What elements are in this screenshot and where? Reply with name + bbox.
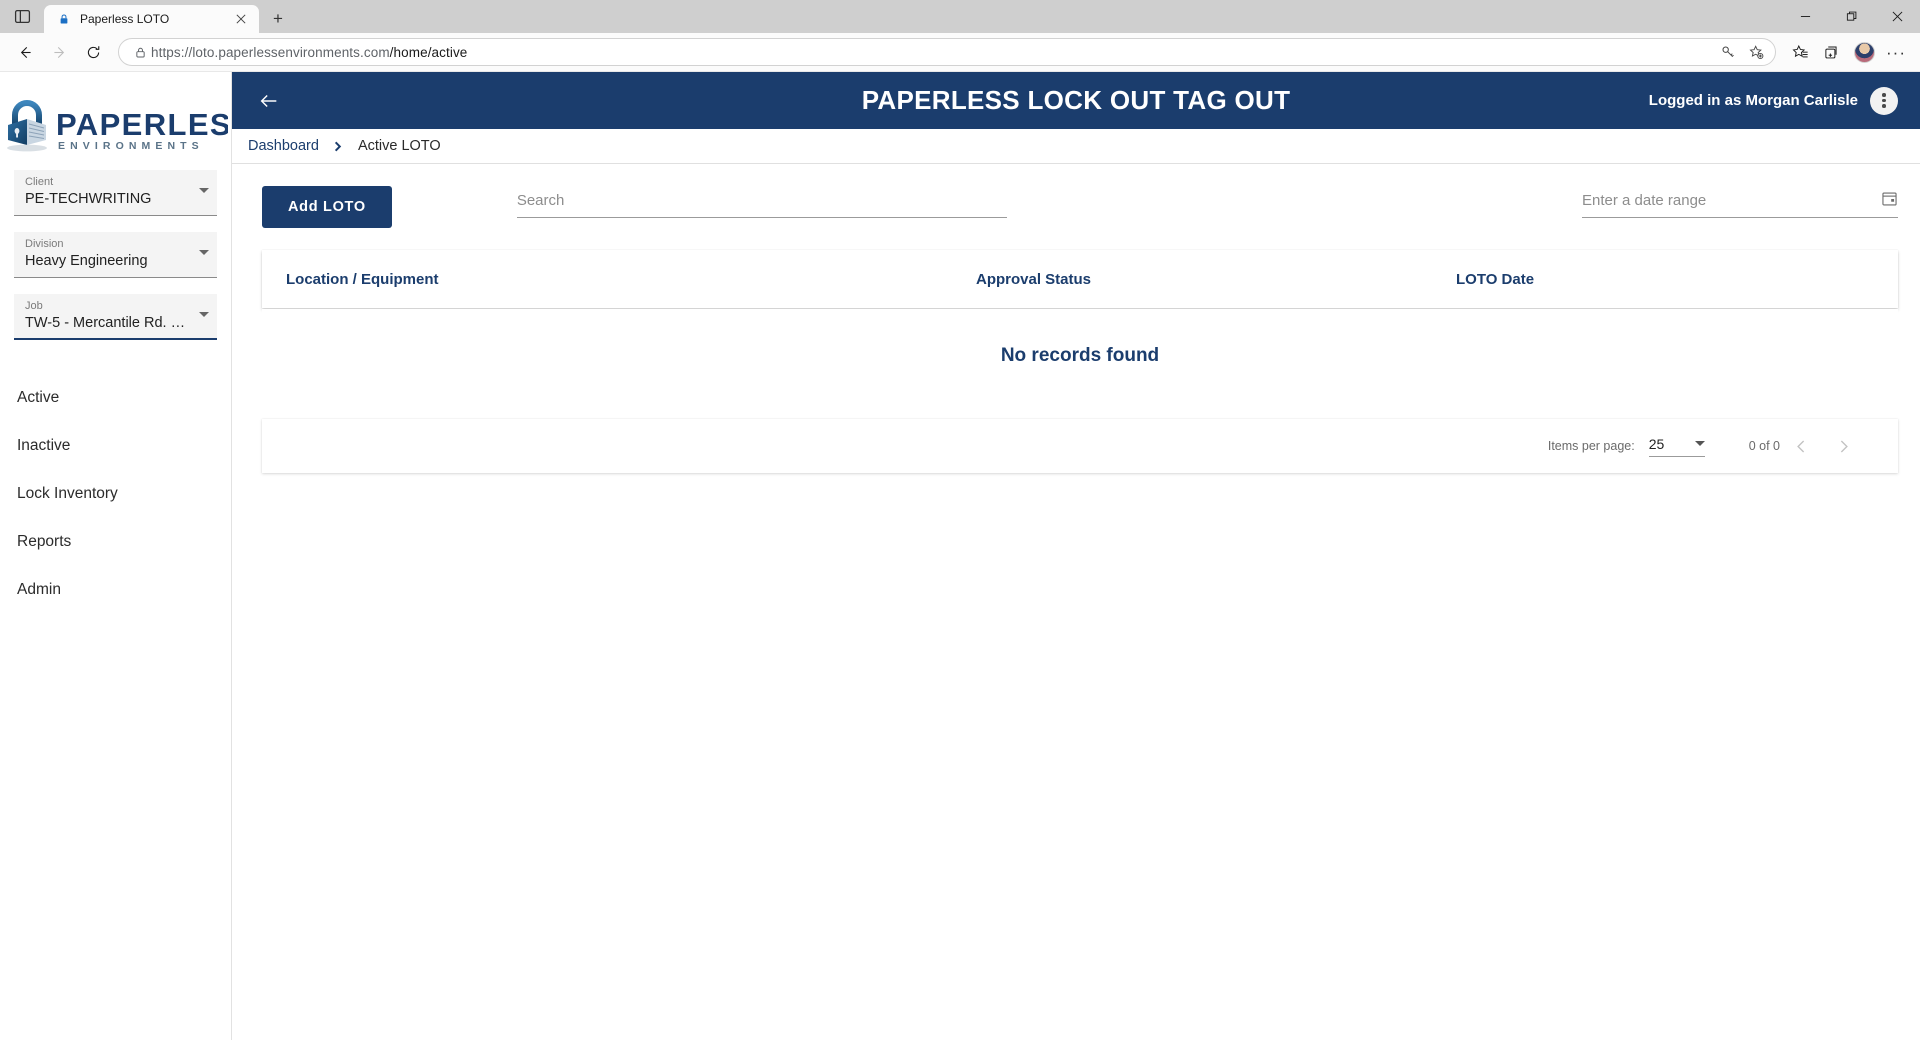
table-paginator: Items per page: 25 0 of 0: [262, 419, 1898, 473]
tab-title: Paperless LOTO: [80, 12, 170, 26]
division-select-label: Division: [25, 238, 64, 250]
job-select-label: Job: [25, 300, 43, 312]
division-select-value: Heavy Engineering: [25, 253, 148, 269]
company-logo: PAPERLESS ENVIRONMENTS: [0, 86, 231, 154]
date-range-input[interactable]: [1582, 192, 1898, 218]
back-arrow-icon[interactable]: [8, 37, 42, 67]
lock-icon: [56, 11, 72, 27]
browser-window: Paperless LOTO + https://loto.paperlesse…: [0, 0, 1920, 1040]
avatar: [1853, 41, 1875, 63]
tab-actions-icon[interactable]: [0, 0, 44, 33]
add-favorite-star-icon[interactable]: [1743, 40, 1769, 64]
padlock-logo-icon: PAPERLESS ENVIRONMENTS: [7, 100, 228, 152]
new-tab-button[interactable]: +: [263, 5, 293, 33]
address-bar[interactable]: https://loto.paperlessenvironments.com/h…: [118, 38, 1776, 66]
column-header-approval-status[interactable]: Approval Status: [976, 271, 1456, 288]
chevron-down-icon: [199, 250, 209, 255]
browser-toolbar: https://loto.paperlessenvironments.com/h…: [0, 33, 1920, 72]
breadcrumb-current: Active LOTO: [357, 138, 441, 154]
table-header-row: Location / Equipment Approval Status LOT…: [262, 250, 1898, 308]
app-header: PAPERLESS LOCK OUT TAG OUT Logged in as …: [232, 72, 1920, 129]
site-info-lock-icon[interactable]: [129, 46, 151, 59]
maximize-icon[interactable]: [1828, 0, 1874, 33]
job-select[interactable]: Job TW-5 - Mercantile Rd. R...: [14, 294, 217, 340]
items-per-page-value: 25: [1648, 435, 1665, 452]
collections-icon[interactable]: [1816, 37, 1848, 67]
url-path: /home/active: [389, 44, 468, 60]
sidebar-item-inactive[interactable]: Inactive: [0, 422, 231, 470]
breadcrumb-dashboard[interactable]: Dashboard: [248, 138, 319, 154]
window-controls: [1782, 0, 1920, 33]
items-per-page-select[interactable]: 25: [1648, 435, 1705, 457]
url-text: https://loto.paperlessenvironments.com/h…: [151, 45, 1715, 60]
sidebar-item-active[interactable]: Active: [0, 374, 231, 422]
add-loto-button[interactable]: Add LOTO: [262, 186, 392, 228]
page-viewport: PAPERLESS ENVIRONMENTS Client PE-TECHWRI…: [0, 72, 1920, 1040]
back-arrow-icon[interactable]: [254, 86, 284, 116]
client-select-value: PE-TECHWRITING: [25, 191, 152, 207]
content-toolbar: Add LOTO: [262, 186, 1898, 244]
context-selectors: Client PE-TECHWRITING Division Heavy Eng…: [0, 154, 231, 340]
close-icon[interactable]: [1874, 0, 1920, 33]
search-field-wrapper: [516, 192, 1007, 218]
column-header-location-equipment[interactable]: Location / Equipment: [286, 271, 976, 288]
user-area: Logged in as Morgan Carlisle: [1648, 86, 1898, 115]
favorites-icon[interactable]: [1784, 37, 1816, 67]
sidebar-item-reports[interactable]: Reports: [0, 518, 231, 566]
logged-in-user: Logged in as Morgan Carlisle: [1648, 92, 1858, 109]
chevron-down-icon: [1694, 441, 1705, 446]
svg-text:PAPERLESS: PAPERLESS: [56, 107, 228, 142]
close-icon[interactable]: [231, 9, 251, 29]
items-per-page-label: Items per page:: [1547, 439, 1635, 453]
profile-avatar-icon[interactable]: [1848, 37, 1880, 67]
main-region: PAPERLESS LOCK OUT TAG OUT Logged in as …: [232, 72, 1920, 1040]
browser-tab[interactable]: Paperless LOTO: [44, 5, 259, 33]
chevron-right-icon: [331, 140, 344, 153]
sidebar-item-admin[interactable]: Admin: [0, 566, 231, 614]
url-prefix: https://loto.paperlessenvironments.com: [151, 44, 390, 60]
chevron-down-icon: [199, 312, 209, 317]
column-header-loto-date[interactable]: LOTO Date: [1456, 271, 1898, 288]
minimize-icon[interactable]: [1782, 0, 1828, 33]
calendar-icon[interactable]: [1881, 190, 1898, 212]
date-range-wrapper: [1582, 192, 1898, 218]
search-input[interactable]: [516, 192, 1007, 218]
chevron-down-icon: [199, 188, 209, 193]
client-select[interactable]: Client PE-TECHWRITING: [14, 170, 217, 216]
sidebar-item-lock-inventory[interactable]: Lock Inventory: [0, 470, 231, 518]
forward-arrow-icon[interactable]: [42, 37, 76, 67]
client-select-label: Client: [25, 176, 54, 188]
breadcrumb: Dashboard Active LOTO: [232, 129, 1920, 164]
page-range-label: 0 of 0: [1748, 439, 1780, 453]
svg-text:ENVIRONMENTS: ENVIRONMENTS: [58, 140, 204, 152]
next-page-button[interactable]: [1822, 426, 1864, 466]
omnibox-icons: [1715, 40, 1769, 64]
job-select-value: TW-5 - Mercantile Rd. R...: [25, 315, 191, 331]
records-table: Location / Equipment Approval Status LOT…: [262, 250, 1898, 308]
sidebar-nav: Active Inactive Lock Inventory Reports A…: [0, 356, 231, 614]
previous-page-button[interactable]: [1780, 426, 1822, 466]
content-area: Add LOTO Search Enter a date range Locat…: [232, 164, 1920, 1040]
reload-icon[interactable]: [76, 37, 110, 67]
division-select[interactable]: Division Heavy Engineering: [14, 232, 217, 278]
empty-state-message: No records found: [262, 309, 1898, 407]
tab-strip: Paperless LOTO +: [0, 0, 1920, 33]
kebab-menu-icon[interactable]: [1870, 86, 1898, 115]
app-sidebar: PAPERLESS ENVIRONMENTS Client PE-TECHWRI…: [0, 72, 232, 1040]
ellipsis-glyph: ···: [1886, 42, 1906, 62]
settings-ellipsis-icon[interactable]: ···: [1880, 37, 1912, 67]
key-icon[interactable]: [1715, 40, 1741, 64]
